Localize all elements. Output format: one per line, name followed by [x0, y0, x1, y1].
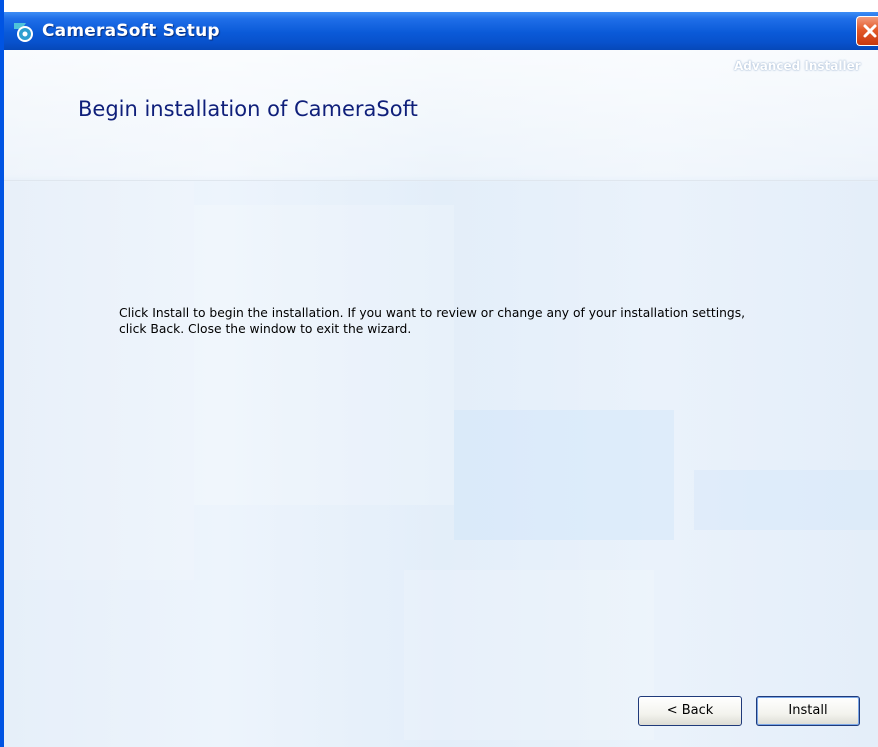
brand-watermark: Advanced Installer — [734, 59, 861, 73]
background-panel — [694, 470, 878, 530]
instruction-text: Click Install to begin the installation.… — [119, 305, 859, 337]
installer-window: CameraSoft Setup Advanced Installer Begi… — [0, 0, 878, 747]
background-panel — [454, 410, 674, 540]
header-divider — [4, 180, 878, 181]
title-topstrip — [4, 0, 878, 12]
background-panel — [194, 205, 454, 505]
close-button[interactable] — [856, 16, 878, 46]
camerasoft-app-icon — [12, 19, 36, 43]
install-button[interactable]: Install — [756, 696, 860, 726]
instruction-line-1: Click Install to begin the installation.… — [119, 306, 746, 320]
title-bar[interactable]: CameraSoft Setup — [4, 12, 878, 50]
back-button[interactable]: < Back — [638, 696, 742, 726]
background-panel — [4, 180, 194, 580]
window-title: CameraSoft Setup — [42, 21, 220, 41]
wizard-content: Advanced Installer Begin installation of… — [4, 50, 878, 747]
close-icon — [863, 24, 877, 38]
page-title: Begin installation of CameraSoft — [78, 97, 418, 121]
instruction-line-2: click Back. Close the window to exit the… — [119, 322, 412, 336]
background-panel — [404, 570, 654, 740]
